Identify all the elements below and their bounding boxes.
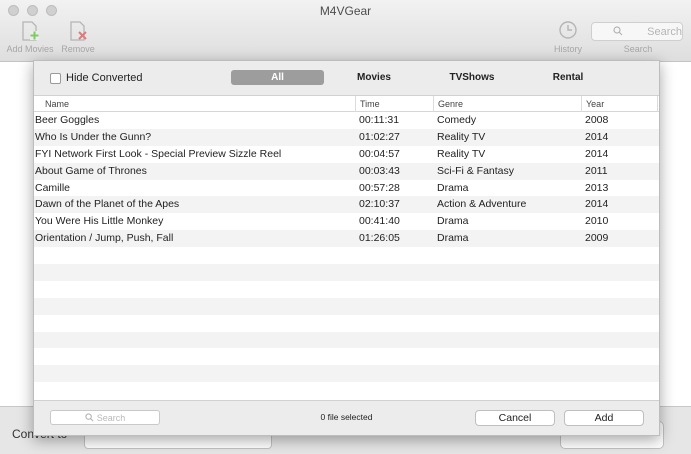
tab-rental[interactable]: Rental bbox=[542, 70, 594, 85]
empty-table-row bbox=[34, 281, 659, 298]
toolbar-search-label: Search bbox=[623, 44, 653, 54]
add-movies-label: Add Movies bbox=[6, 44, 54, 54]
cell-time: 00:03:43 bbox=[359, 164, 400, 177]
table-row[interactable]: Beer Goggles 00:11:31 Comedy 2008 bbox=[34, 112, 659, 129]
cell-genre: Reality TV bbox=[437, 147, 486, 160]
tab-tvshows[interactable]: TVShows bbox=[440, 70, 504, 85]
empty-table-row bbox=[34, 331, 659, 349]
cell-name: Beer Goggles bbox=[35, 114, 100, 126]
title-bar: M4VGear Add Movies Remove History Search bbox=[0, 0, 691, 62]
cancel-button[interactable]: Cancel bbox=[475, 410, 555, 426]
cell-genre: Comedy bbox=[437, 114, 477, 126]
remove-label: Remove bbox=[61, 44, 95, 54]
tab-movies[interactable]: Movies bbox=[346, 70, 402, 85]
add-file-icon bbox=[22, 21, 39, 41]
cell-genre: Drama bbox=[437, 232, 469, 245]
hide-converted-label: Hide Converted bbox=[66, 72, 143, 84]
add-movies-dialog: Hide Converted All Movies TVShows Rental… bbox=[33, 60, 660, 436]
column-header-name[interactable]: Name bbox=[41, 96, 356, 112]
table-row[interactable]: Orientation / Jump, Push, Fall 01:26:05 Dr… bbox=[34, 230, 659, 248]
table-row[interactable]: You Were His Little Monkey 00:41:40 Drama 2… bbox=[34, 213, 659, 230]
cell-name: Who Is Under the Gunn? bbox=[35, 130, 152, 143]
empty-table-row bbox=[34, 382, 659, 399]
cell-time: 01:26:05 bbox=[359, 232, 400, 245]
cell-genre: Action & Adventure bbox=[437, 198, 527, 211]
cell-genre: Reality TV bbox=[437, 130, 486, 143]
empty-table-row bbox=[34, 247, 659, 264]
table-row[interactable]: Who Is Under the Gunn? 01:02:27 Reality TV… bbox=[34, 128, 659, 146]
dialog-toolbar: Hide Converted All Movies TVShows Rental bbox=[34, 61, 659, 95]
cell-name: Camille bbox=[35, 181, 71, 194]
table-row[interactable]: FYI Network First Look - Special Preview… bbox=[34, 146, 659, 163]
toolbar-search-placeholder: Search bbox=[647, 25, 682, 38]
cell-name: Orientation / Jump, Push, Fall bbox=[35, 232, 174, 245]
remove-button[interactable]: Remove bbox=[50, 20, 106, 54]
cell-year: 2009 bbox=[585, 232, 609, 245]
cell-time: 02:10:37 bbox=[359, 198, 400, 211]
cell-year: 2014 bbox=[585, 198, 609, 211]
table-row[interactable]: Camille 00:57:28 Drama 2013 bbox=[34, 180, 659, 197]
cell-name: You Were His Little Monkey bbox=[35, 215, 164, 228]
cell-time: 00:57:28 bbox=[359, 181, 400, 194]
cell-year: 2011 bbox=[585, 164, 608, 177]
empty-table-row bbox=[34, 297, 659, 315]
tab-all[interactable]: All bbox=[231, 70, 324, 85]
column-header-genre[interactable]: Genre bbox=[434, 96, 582, 112]
empty-table-row bbox=[34, 365, 659, 383]
dialog-footer: Search 0 file selected Cancel Add bbox=[34, 401, 659, 435]
hide-converted-toggle[interactable]: Hide Converted bbox=[50, 72, 142, 84]
table-row[interactable]: Dawn of the Planet of the Apes 02:10:37 Ac… bbox=[34, 196, 659, 214]
cell-name: Dawn of the Planet of the Apes bbox=[35, 198, 180, 211]
search-icon bbox=[612, 25, 622, 35]
cell-name: About Game of Thrones bbox=[35, 164, 147, 177]
empty-table-row bbox=[34, 315, 659, 332]
history-label: History bbox=[553, 44, 582, 54]
empty-table-row bbox=[34, 348, 659, 365]
cell-year: 2014 bbox=[585, 130, 609, 143]
cell-time: 01:02:27 bbox=[359, 130, 400, 143]
cell-year: 2010 bbox=[585, 215, 609, 228]
cell-year: 2014 bbox=[585, 147, 609, 160]
table-header: Name Time Genre Year bbox=[34, 96, 659, 112]
hide-converted-checkbox[interactable] bbox=[50, 72, 61, 84]
cell-time: 00:41:40 bbox=[359, 215, 400, 228]
cell-genre: Drama bbox=[437, 215, 469, 228]
toolbar-search: Search Search bbox=[591, 22, 685, 54]
add-button[interactable]: Add bbox=[564, 410, 644, 426]
cell-year: 2008 bbox=[585, 114, 609, 126]
toolbar-search-input[interactable]: Search bbox=[591, 22, 683, 41]
cell-name: FYI Network First Look - Special Preview… bbox=[35, 147, 282, 160]
table-body: Beer Goggles 00:11:31 Comedy 2008 Who Is Und… bbox=[34, 112, 659, 399]
cell-time: 00:04:57 bbox=[359, 147, 400, 160]
remove-file-icon bbox=[70, 21, 87, 41]
video-table: Name Time Genre Year Beer Goggles 00:11:3… bbox=[34, 95, 659, 401]
column-header-time[interactable]: Time bbox=[356, 96, 434, 112]
history-button[interactable]: History bbox=[540, 20, 596, 54]
cell-time: 00:11:31 bbox=[359, 114, 400, 126]
app-title: M4VGear bbox=[319, 4, 372, 18]
empty-table-row bbox=[34, 264, 659, 281]
cell-genre: Sci-Fi & Fantasy bbox=[437, 164, 515, 177]
cell-genre: Drama bbox=[437, 181, 469, 194]
clock-icon bbox=[559, 21, 577, 39]
cell-year: 2013 bbox=[585, 181, 609, 194]
table-row[interactable]: About Game of Thrones 00:03:43 Sci-Fi & Fa… bbox=[34, 162, 659, 180]
column-header-year[interactable]: Year bbox=[582, 96, 658, 112]
